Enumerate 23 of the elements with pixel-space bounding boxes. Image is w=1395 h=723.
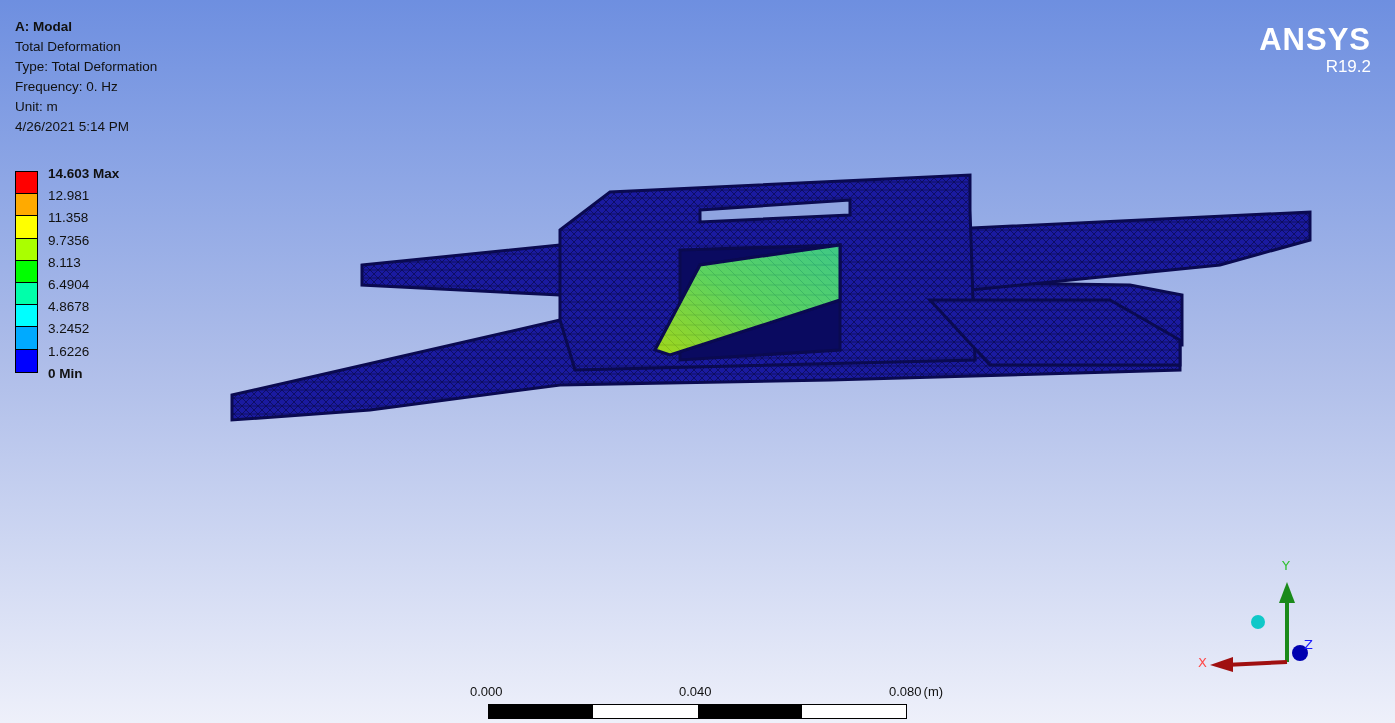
version-label: R19.2 <box>1325 58 1371 75</box>
analysis-title: A: Modal <box>15 18 73 36</box>
scale-unit: (m) <box>923 683 944 701</box>
legend-label: 6.4904 <box>48 276 91 294</box>
legend-label: 14.603 Max <box>48 165 120 183</box>
result-info-line: Unit: m <box>15 98 59 116</box>
scale-label: 0.080 <box>889 683 922 701</box>
result-info-line: Total Deformation <box>15 38 122 56</box>
logo-wordmark: ANSYS <box>1259 24 1371 55</box>
scale-label: 0.040 <box>679 683 713 701</box>
result-info-line: Type: Total Deformation <box>15 58 158 76</box>
result-info-line: 4/26/2021 5:14 PM <box>15 118 131 136</box>
legend-label: 9.7356 <box>48 231 91 250</box>
legend-label: 1.6226 <box>48 342 91 361</box>
result-info-line: Frequency: 0. Hz <box>15 78 119 96</box>
legend-label: 11.358 <box>48 209 90 228</box>
scale-label: 0.000 <box>470 683 504 701</box>
axis-triad-drawing: Y X Z <box>1195 555 1320 673</box>
legend-label: 8.113 <box>48 253 82 272</box>
legend-label: 12.981 <box>48 187 91 206</box>
legend-label: 3.2452 <box>48 320 91 339</box>
legend-label: 0 Min <box>48 364 84 383</box>
legend-label: 4.8678 <box>48 298 91 317</box>
